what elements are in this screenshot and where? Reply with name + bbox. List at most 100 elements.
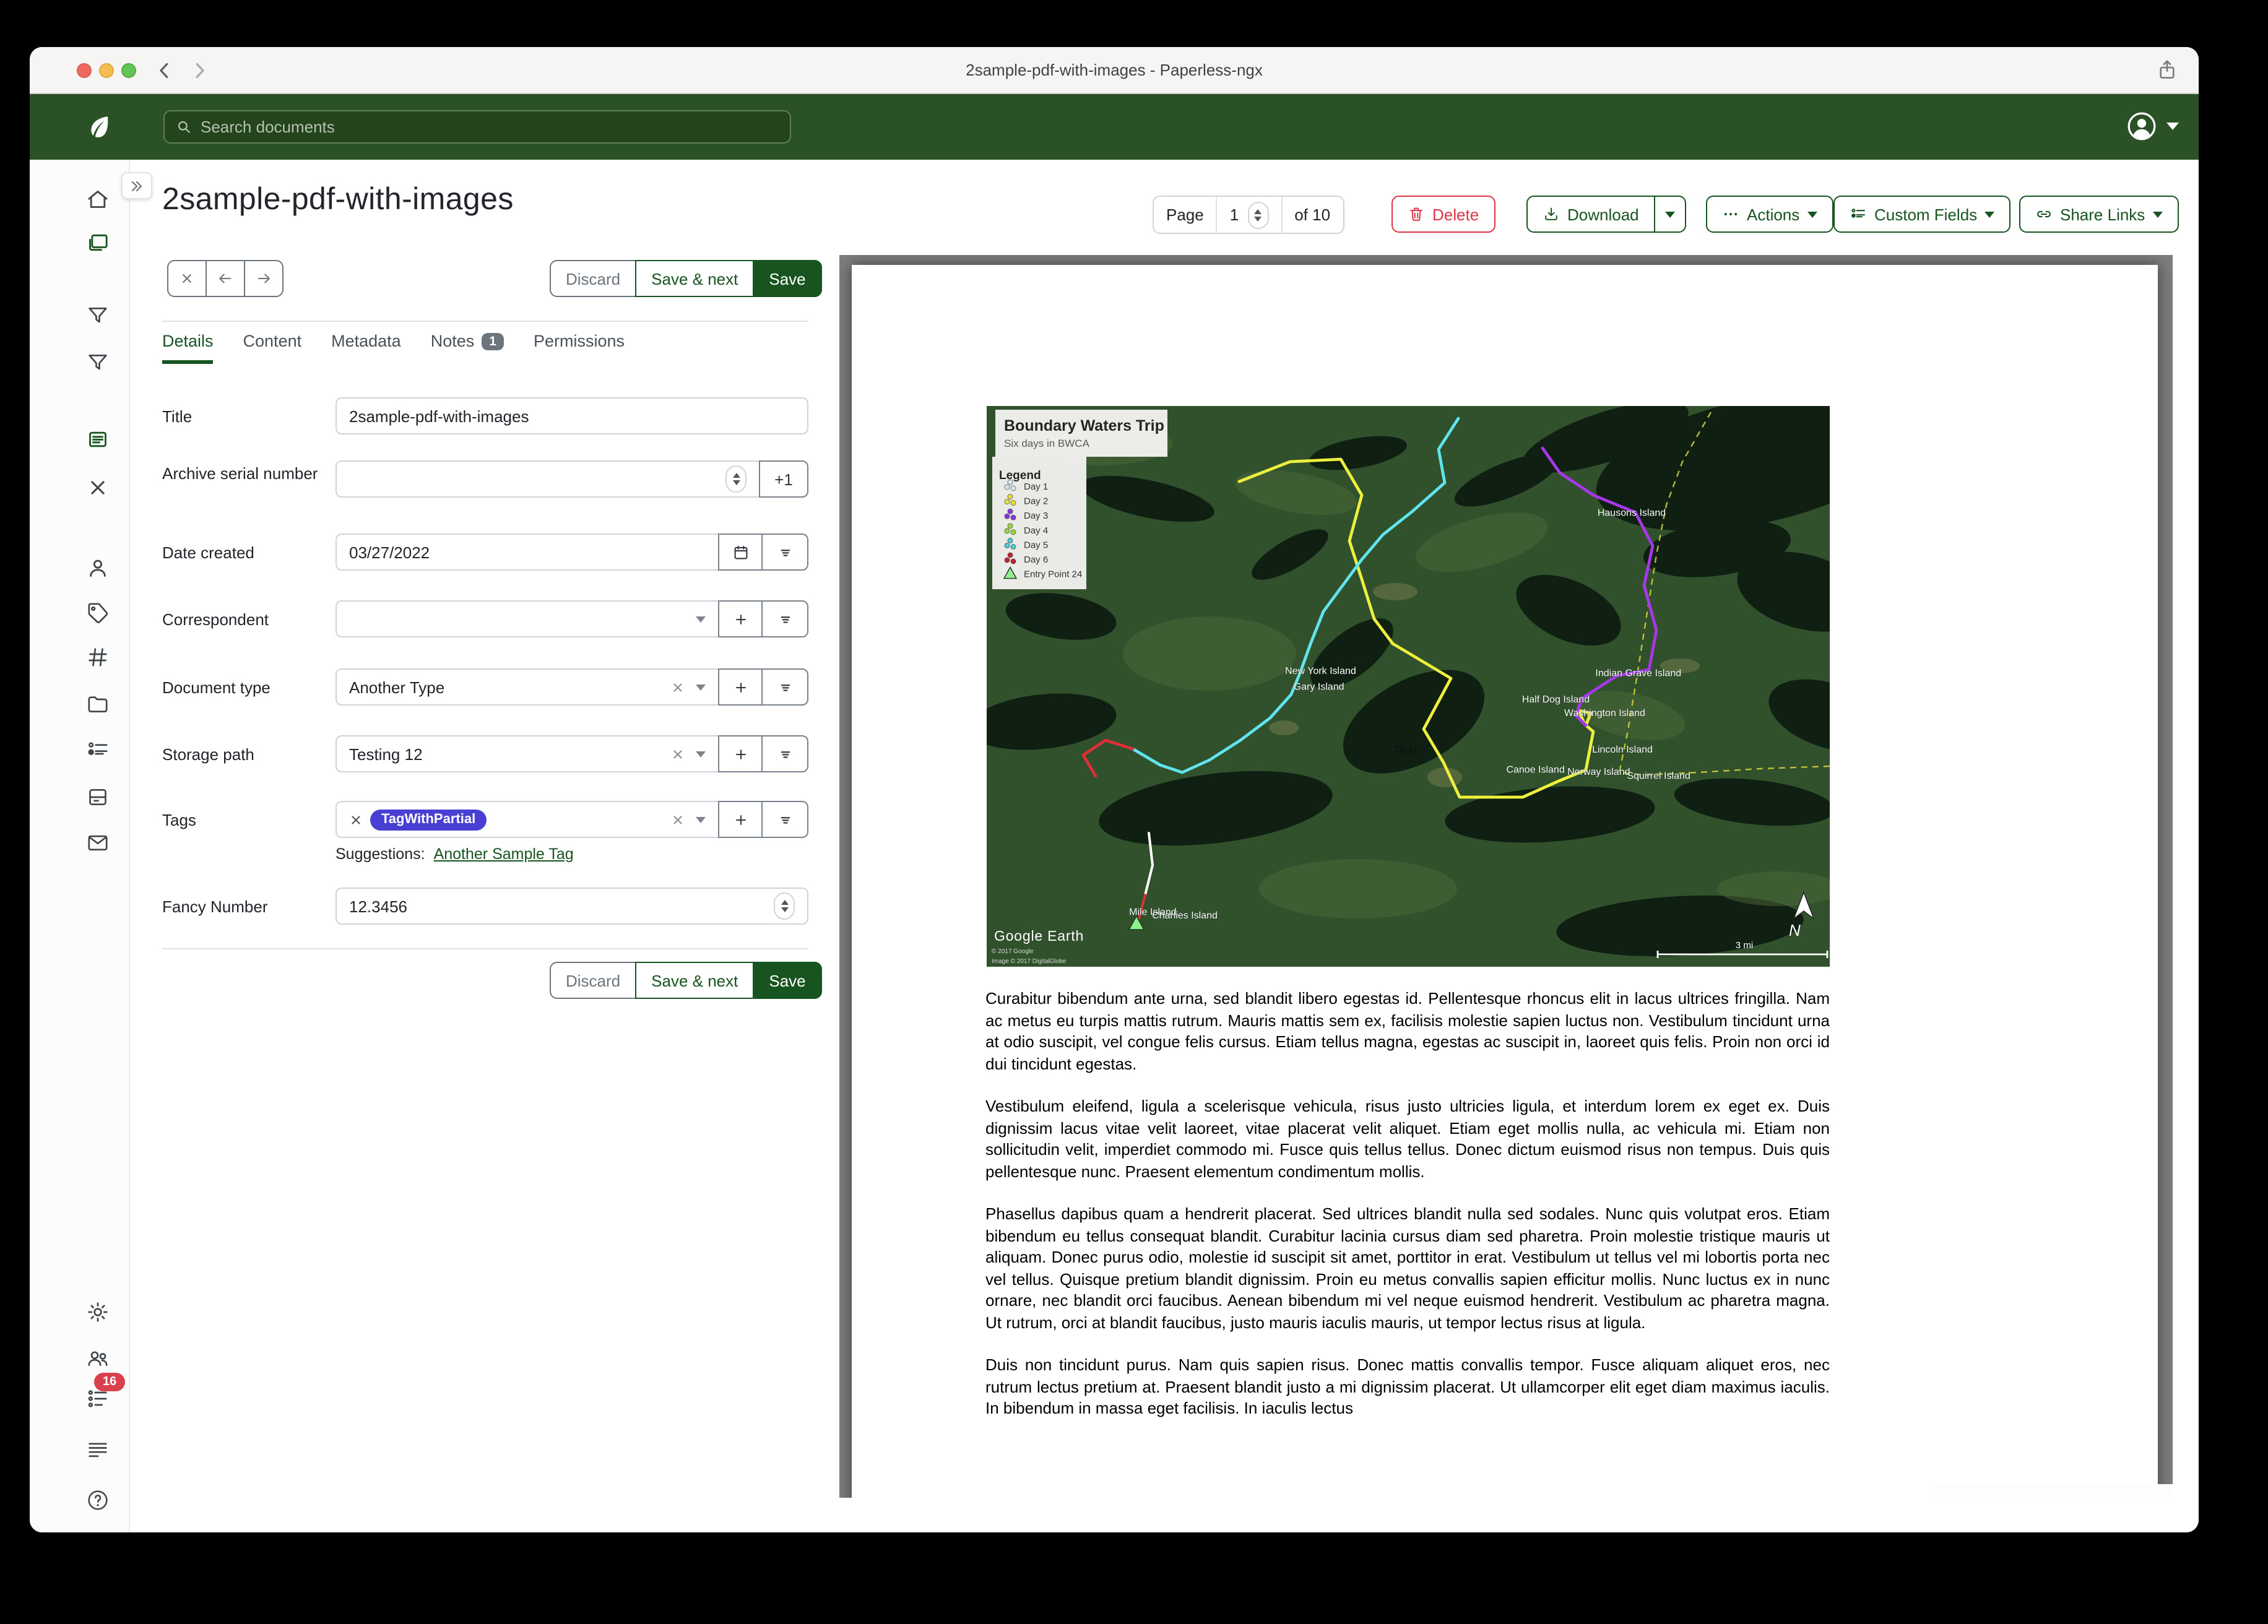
clear-x-icon[interactable] [671, 747, 685, 761]
download-options-button[interactable] [1654, 196, 1686, 233]
asn-plus-one-button[interactable]: +1 [759, 460, 808, 498]
remove-tag-x-icon[interactable] [349, 813, 363, 826]
add-storage-path-button[interactable] [718, 735, 763, 772]
close-editor-button[interactable] [167, 260, 207, 297]
x-icon [178, 270, 196, 287]
map-title-box: Boundary Waters Trip Six days in BWCA [995, 410, 1167, 457]
sidebar-expand-button[interactable] [121, 172, 152, 199]
discard-button[interactable]: Discard [550, 260, 636, 297]
correspondent-select[interactable] [335, 600, 719, 637]
select-caret-icon[interactable] [696, 816, 706, 823]
sidebar-logs-icon[interactable] [85, 1437, 110, 1462]
tab-metadata[interactable]: Metadata [331, 332, 401, 364]
map-island-label: Canoe Island [1506, 765, 1564, 775]
sidebar-close-document-icon[interactable] [85, 475, 110, 500]
tab-notes[interactable]: Notes1 [431, 332, 504, 364]
map-text-annotation: Text [1393, 743, 1418, 758]
page-spinner[interactable] [1247, 201, 1268, 228]
sidebar-custom-fields-icon[interactable] [85, 738, 110, 762]
map-subtitle: Six days in BWCA [1004, 438, 1090, 449]
custom-fields-button[interactable]: Custom Fields [1833, 196, 2010, 233]
sidebar-tags-icon[interactable] [85, 600, 110, 625]
sidebar-saved-view-filter-icon[interactable] [85, 303, 110, 328]
clear-x-icon[interactable] [671, 813, 685, 826]
user-menu[interactable] [2126, 110, 2179, 142]
storage-path-suggestions-button[interactable] [761, 735, 808, 772]
map-island-label: Half Dog Island [1522, 694, 1590, 705]
actions-button[interactable]: Actions [1706, 196, 1833, 233]
page-label: Page [1154, 197, 1216, 233]
minimize-window-button[interactable] [99, 63, 114, 78]
previous-document-button[interactable] [206, 260, 245, 297]
add-correspondent-button[interactable] [718, 600, 763, 637]
save-button-bottom[interactable]: Save [753, 962, 821, 999]
sidebar-mail-icon[interactable] [85, 831, 110, 855]
sidebar-correspondents-icon[interactable] [85, 556, 110, 581]
map-island-label: Squirrel Island [1627, 771, 1690, 781]
storage-path-select[interactable]: Testing 12 [335, 735, 719, 772]
history-forward-icon[interactable] [188, 59, 210, 82]
map-copyright-2: Image © 2017 DigitalGlobe [992, 958, 1067, 965]
sidebar-users-groups-icon[interactable] [85, 1345, 110, 1370]
close-window-button[interactable] [77, 63, 92, 78]
fancy-number-input[interactable]: 12.3456 [335, 888, 808, 925]
document-type-value: Another Type [349, 678, 444, 696]
save-and-next-button-bottom[interactable]: Save & next [635, 962, 754, 999]
sidebar-documents-icon[interactable] [85, 230, 110, 255]
tags-select[interactable]: TagWithPartial [335, 801, 719, 838]
next-document-button[interactable] [244, 260, 284, 297]
asn-input[interactable] [335, 460, 760, 498]
tag-chip[interactable]: TagWithPartial [370, 809, 487, 830]
sidebar-settings-gear-icon[interactable] [85, 1300, 110, 1324]
date-picker-button[interactable] [718, 533, 763, 571]
download-button[interactable]: Download [1526, 196, 1655, 233]
sidebar-open-document-icon[interactable] [85, 427, 110, 452]
select-caret-icon[interactable] [696, 684, 706, 690]
tags-suggestions-button[interactable] [761, 801, 808, 838]
document-type-select[interactable]: Another Type [335, 668, 719, 706]
map-island-label: New York Island [1285, 666, 1356, 676]
chevron-double-right-icon [129, 178, 145, 194]
sidebar-dashboard-home-icon[interactable] [85, 187, 110, 212]
clear-x-icon[interactable] [671, 680, 685, 694]
paperless-logo-leaf-icon[interactable] [85, 113, 114, 141]
tab-content[interactable]: Content [243, 332, 302, 364]
chevron-down-icon [2166, 123, 2179, 130]
sidebar-help-icon[interactable] [85, 1488, 110, 1513]
delete-button[interactable]: Delete [1392, 196, 1495, 233]
arrow-left-icon [217, 270, 234, 287]
pdf-page: Boundary Waters Trip Six days in BWCA Le… [852, 265, 2158, 1498]
select-caret-icon[interactable] [696, 751, 706, 757]
preview-horizontal-scrollbar[interactable] [1935, 1484, 2173, 1498]
title-input[interactable]: 2sample-pdf-with-images [335, 397, 808, 434]
field-label-fancy-number: Fancy Number [162, 896, 326, 917]
add-document-type-button[interactable] [718, 668, 763, 706]
save-button[interactable]: Save [753, 260, 821, 297]
history-back-icon[interactable] [154, 59, 176, 82]
page-number-input[interactable]: 1 [1216, 197, 1281, 233]
asn-spinner[interactable] [725, 465, 747, 493]
search-input[interactable] [201, 118, 779, 136]
sidebar-filter-icon[interactable] [85, 350, 110, 375]
fancy-number-spinner[interactable] [774, 892, 795, 920]
suggestion-link[interactable]: Another Sample Tag [434, 845, 574, 863]
discard-button-bottom[interactable]: Discard [550, 962, 636, 999]
tab-details[interactable]: Details [162, 332, 214, 364]
share-links-button[interactable]: Share Links [2019, 196, 2178, 233]
select-caret-icon[interactable] [696, 616, 706, 622]
search-box [163, 110, 791, 144]
sidebar-document-types-icon[interactable] [85, 785, 110, 810]
zoom-window-button[interactable] [121, 63, 136, 78]
share-icon[interactable] [2155, 58, 2179, 82]
page-navigation-group: Page 1 of 10 [1153, 196, 1344, 234]
date-created-input[interactable]: 03/27/2022 [335, 533, 719, 571]
sidebar-asn-hash-icon[interactable] [85, 645, 110, 670]
add-tag-button[interactable] [718, 801, 763, 838]
calendar-icon [731, 543, 750, 561]
correspondent-suggestions-button[interactable] [761, 600, 808, 637]
save-and-next-button[interactable]: Save & next [635, 260, 754, 297]
date-suggestions-button[interactable] [761, 533, 808, 571]
tab-permissions[interactable]: Permissions [534, 332, 625, 364]
sidebar-storage-paths-folder-icon[interactable] [85, 692, 110, 717]
document-type-suggestions-button[interactable] [761, 668, 808, 706]
